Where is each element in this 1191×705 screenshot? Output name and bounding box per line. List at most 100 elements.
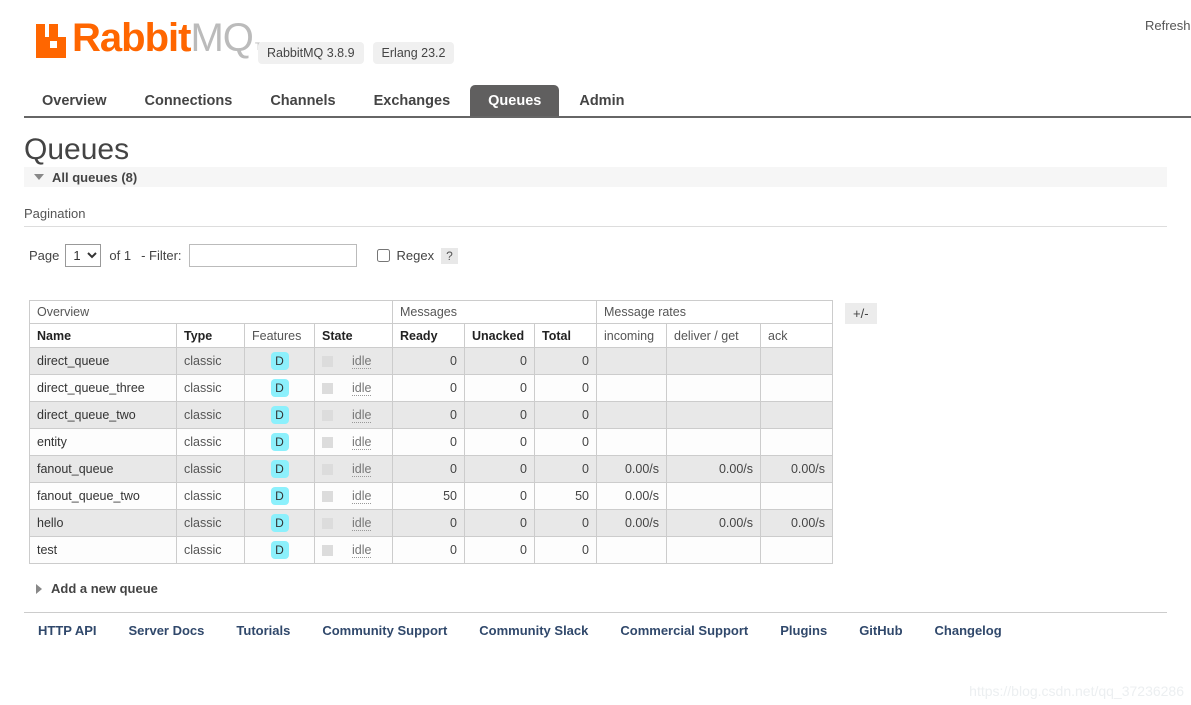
cell-ready: 0 [392, 428, 465, 456]
logo-text-rabbit: Rabbit [72, 16, 191, 60]
version-badges: RabbitMQ 3.8.9 Erlang 23.2 [258, 42, 455, 64]
table-row[interactable]: direct_queue_two classic Didle 0 0 0 [29, 401, 833, 429]
cell-deliver-get: 0.00/s [666, 509, 761, 537]
cell-ready: 0 [392, 536, 465, 564]
cell-total: 0 [534, 347, 597, 375]
cell-queue-state: idle [314, 401, 393, 429]
page-label: Page [29, 248, 60, 263]
regex-checkbox[interactable] [376, 249, 390, 262]
page-number-select[interactable]: 1 [65, 244, 102, 267]
cell-ack [760, 401, 833, 429]
erlang-version-badge: Erlang 23.2 [372, 42, 455, 64]
cell-ack [760, 536, 833, 564]
durable-badge-icon: D [270, 379, 289, 397]
footer-link[interactable]: Community Support [322, 623, 447, 638]
tab-connections[interactable]: Connections [127, 85, 251, 116]
cell-queue-features: D [244, 536, 315, 564]
cell-unacked: 0 [464, 401, 535, 429]
footer-link[interactable]: Commercial Support [620, 623, 748, 638]
col-header-ready[interactable]: Ready [392, 323, 465, 348]
cell-queue-state: idle [314, 374, 393, 402]
cell-unacked: 0 [464, 509, 535, 537]
regex-help-icon[interactable]: ? [441, 247, 458, 264]
table-row[interactable]: entity classic Didle 0 0 0 [29, 428, 833, 456]
toggle-columns-button[interactable]: +/- [845, 303, 877, 324]
table-row[interactable]: test classic Didle 0 0 0 [29, 536, 833, 564]
state-label: idle [352, 434, 372, 450]
col-header-state[interactable]: State [314, 323, 393, 348]
cell-total: 0 [534, 536, 597, 564]
cell-queue-name[interactable]: entity [29, 428, 177, 456]
durable-badge-icon: D [270, 460, 289, 478]
add-new-queue-label: Add a new queue [51, 581, 158, 596]
tab-queues[interactable]: Queues [470, 85, 560, 116]
cell-queue-name[interactable]: direct_queue_three [29, 374, 177, 402]
durable-badge-icon: D [270, 514, 289, 532]
cell-ready: 0 [392, 401, 465, 429]
col-header-unacked[interactable]: Unacked [464, 323, 535, 348]
all-queues-label: All queues (8) [52, 169, 138, 185]
state-indicator-icon [322, 544, 333, 556]
cell-queue-name[interactable]: hello [29, 509, 177, 537]
state-label: idle [352, 353, 372, 369]
tab-channels[interactable]: Channels [252, 85, 353, 116]
cell-deliver-get [666, 482, 761, 510]
all-queues-section-header[interactable]: All queues (8) [24, 167, 1167, 187]
footer-link[interactable]: Community Slack [479, 623, 588, 638]
cell-ack [760, 428, 833, 456]
col-header-incoming[interactable]: incoming [596, 323, 667, 348]
cell-queue-name[interactable]: fanout_queue [29, 455, 177, 483]
cell-queue-name[interactable]: direct_queue_two [29, 401, 177, 429]
rabbit-logo-icon [36, 24, 70, 58]
table-row[interactable]: direct_queue_three classic Didle 0 0 0 [29, 374, 833, 402]
regex-option: Regex ? [376, 247, 458, 264]
cell-queue-features: D [244, 482, 315, 510]
table-row[interactable]: direct_queue classic Didle 0 0 0 [29, 347, 833, 375]
cell-incoming [596, 374, 667, 402]
footer-link[interactable]: Server Docs [129, 623, 205, 638]
cell-ready: 0 [392, 347, 465, 375]
col-header-type[interactable]: Type [176, 323, 245, 348]
footer-link[interactable]: HTTP API [38, 623, 97, 638]
state-label: idle [352, 407, 372, 423]
state-indicator-icon [322, 382, 333, 394]
cell-queue-name[interactable]: fanout_queue_two [29, 482, 177, 510]
refresh-status: Refreshed [1145, 18, 1191, 33]
col-header-total[interactable]: Total [534, 323, 597, 348]
tab-overview[interactable]: Overview [24, 85, 125, 116]
table-row[interactable]: hello classic Didle 0 0 0 0.00/s 0.00/s 0.00/s [29, 509, 833, 537]
cell-queue-type: classic [176, 374, 245, 402]
footer-link[interactable]: Changelog [935, 623, 1002, 638]
table-row[interactable]: fanout_queue_two classic Didle 50 0 50 0.00/s [29, 482, 833, 510]
cell-queue-name[interactable]: test [29, 536, 177, 564]
add-new-queue-section[interactable]: Add a new queue [24, 581, 158, 596]
cell-unacked: 0 [464, 536, 535, 564]
app-header: RabbitMQTM RabbitMQ 3.8.9 Erlang 23.2 Re… [0, 0, 1191, 80]
state-indicator-icon [322, 463, 333, 475]
cell-queue-type: classic [176, 401, 245, 429]
table-row[interactable]: fanout_queue classic Didle 0 0 0 0.00/s 0.00/s 0… [29, 455, 833, 483]
cell-incoming: 0.00/s [596, 509, 667, 537]
cell-total: 50 [534, 482, 597, 510]
state-indicator-icon [322, 436, 333, 448]
col-header-name[interactable]: Name [29, 323, 177, 348]
footer-link[interactable]: Tutorials [236, 623, 290, 638]
filter-input[interactable] [188, 244, 357, 267]
cell-queue-type: classic [176, 482, 245, 510]
tab-admin[interactable]: Admin [561, 85, 642, 116]
cell-queue-features: D [244, 347, 315, 375]
group-header-overview: Overview [29, 300, 393, 324]
footer-link[interactable]: GitHub [859, 623, 902, 638]
cell-incoming [596, 401, 667, 429]
col-header-ack[interactable]: ack [760, 323, 833, 348]
durable-badge-icon: D [270, 406, 289, 424]
tab-exchanges[interactable]: Exchanges [356, 85, 469, 116]
cell-queue-features: D [244, 455, 315, 483]
durable-badge-icon: D [270, 433, 289, 451]
footer-link[interactable]: Plugins [780, 623, 827, 638]
rabbitmq-logo[interactable]: RabbitMQTM [36, 18, 271, 58]
cell-ack [760, 347, 833, 375]
cell-queue-name[interactable]: direct_queue [29, 347, 177, 375]
col-header-deliver-get[interactable]: deliver / get [666, 323, 761, 348]
watermark: https://blog.csdn.net/qq_37236286 [969, 683, 1184, 699]
